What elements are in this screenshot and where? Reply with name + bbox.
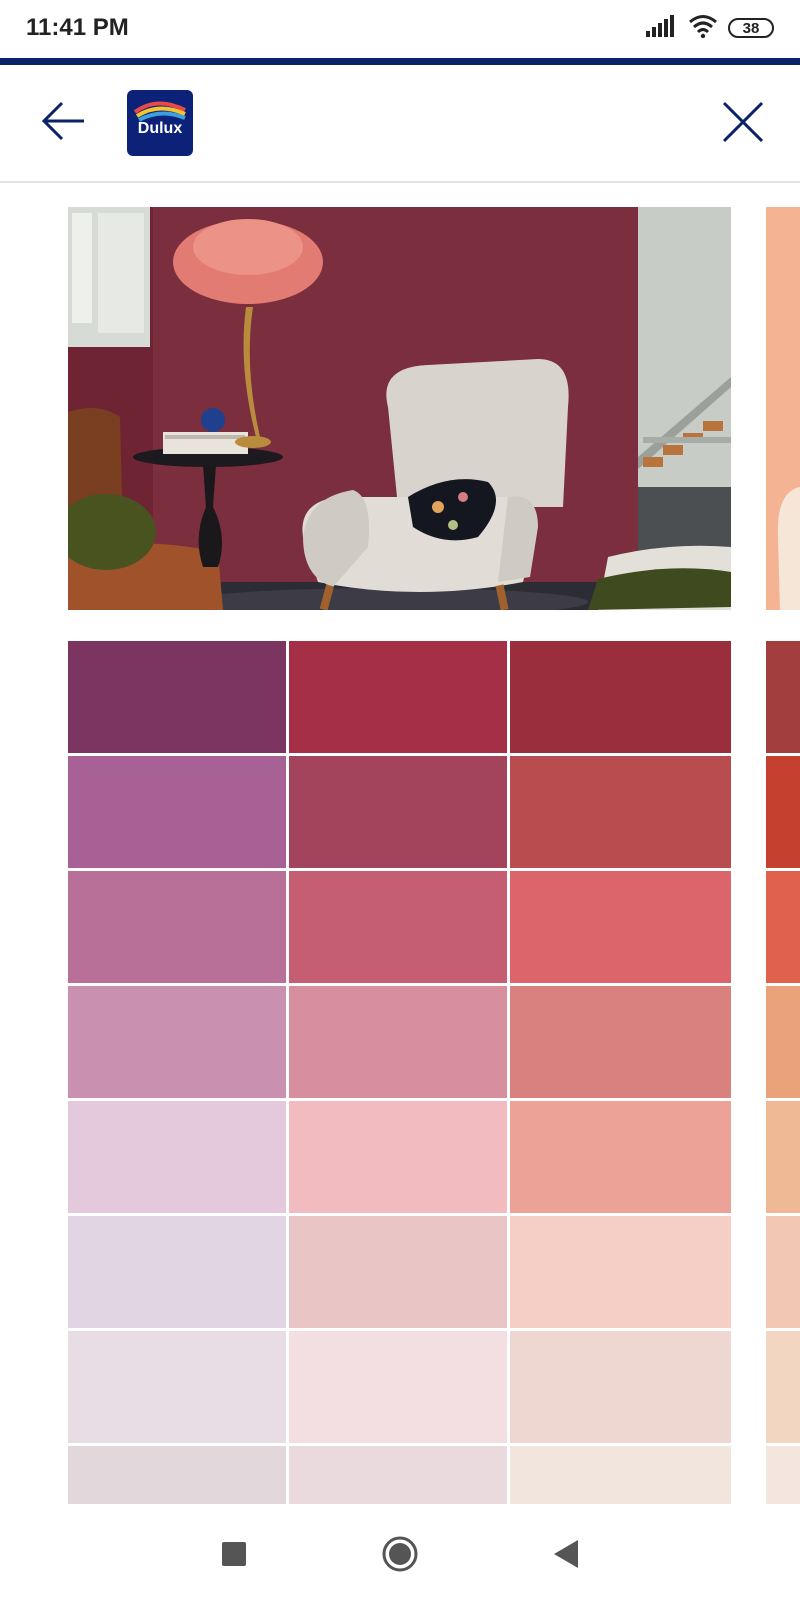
color-swatch[interactable] [68,1101,286,1213]
color-swatch[interactable] [289,1216,507,1328]
recent-apps-icon [212,1542,256,1580]
home-button[interactable] [378,1532,422,1576]
signal-icon [646,14,678,42]
color-swatch[interactable] [766,756,800,868]
battery-level: 38 [742,19,760,37]
color-swatch[interactable] [289,756,507,868]
navigation-bar [0,1504,800,1600]
color-swatch[interactable] [766,1216,800,1328]
color-swatch[interactable] [510,641,731,753]
color-swatch[interactable] [766,1331,800,1443]
color-swatch[interactable] [68,1331,286,1443]
color-swatch[interactable] [510,1101,731,1213]
close-icon [718,101,768,151]
next-color-palette-peek[interactable] [766,641,800,1558]
next-hero-image-peek[interactable] [766,207,800,610]
color-swatch[interactable] [68,871,286,983]
color-swatch[interactable] [289,986,507,1098]
color-swatch[interactable] [766,986,800,1098]
color-swatch[interactable] [68,756,286,868]
back-arrow-icon [38,101,90,151]
app-header: Dulux [0,65,800,183]
recent-apps-button[interactable] [212,1532,256,1576]
color-swatch[interactable] [289,641,507,753]
accent-line [0,58,800,65]
battery-icon: 38 [728,18,774,38]
color-palette-grid [68,641,731,1558]
home-icon [378,1536,422,1580]
color-swatch[interactable] [68,986,286,1098]
back-icon [544,1540,588,1580]
color-swatch[interactable] [68,1216,286,1328]
logo-text: Dulux [137,120,183,137]
color-swatch[interactable] [766,871,800,983]
color-swatch[interactable] [766,641,800,753]
color-swatch[interactable] [68,641,286,753]
color-swatch[interactable] [510,756,731,868]
color-swatch[interactable] [289,1101,507,1213]
color-swatch[interactable] [510,986,731,1098]
color-swatch[interactable] [510,871,731,983]
color-swatch[interactable] [510,1216,731,1328]
color-swatch[interactable] [289,1331,507,1443]
color-swatch[interactable] [510,1331,731,1443]
status-icons: 38 [646,14,774,42]
close-button[interactable] [718,97,768,147]
color-swatch[interactable] [289,871,507,983]
dulux-logo: Dulux [127,90,193,156]
wifi-icon [688,14,718,43]
back-button[interactable] [38,95,90,147]
hero-image [68,207,731,610]
status-time: 11:41 PM [26,14,129,41]
nav-back-button[interactable] [544,1532,588,1576]
status-bar: 11:41 PM 38 [0,0,800,56]
color-swatch[interactable] [766,1101,800,1213]
